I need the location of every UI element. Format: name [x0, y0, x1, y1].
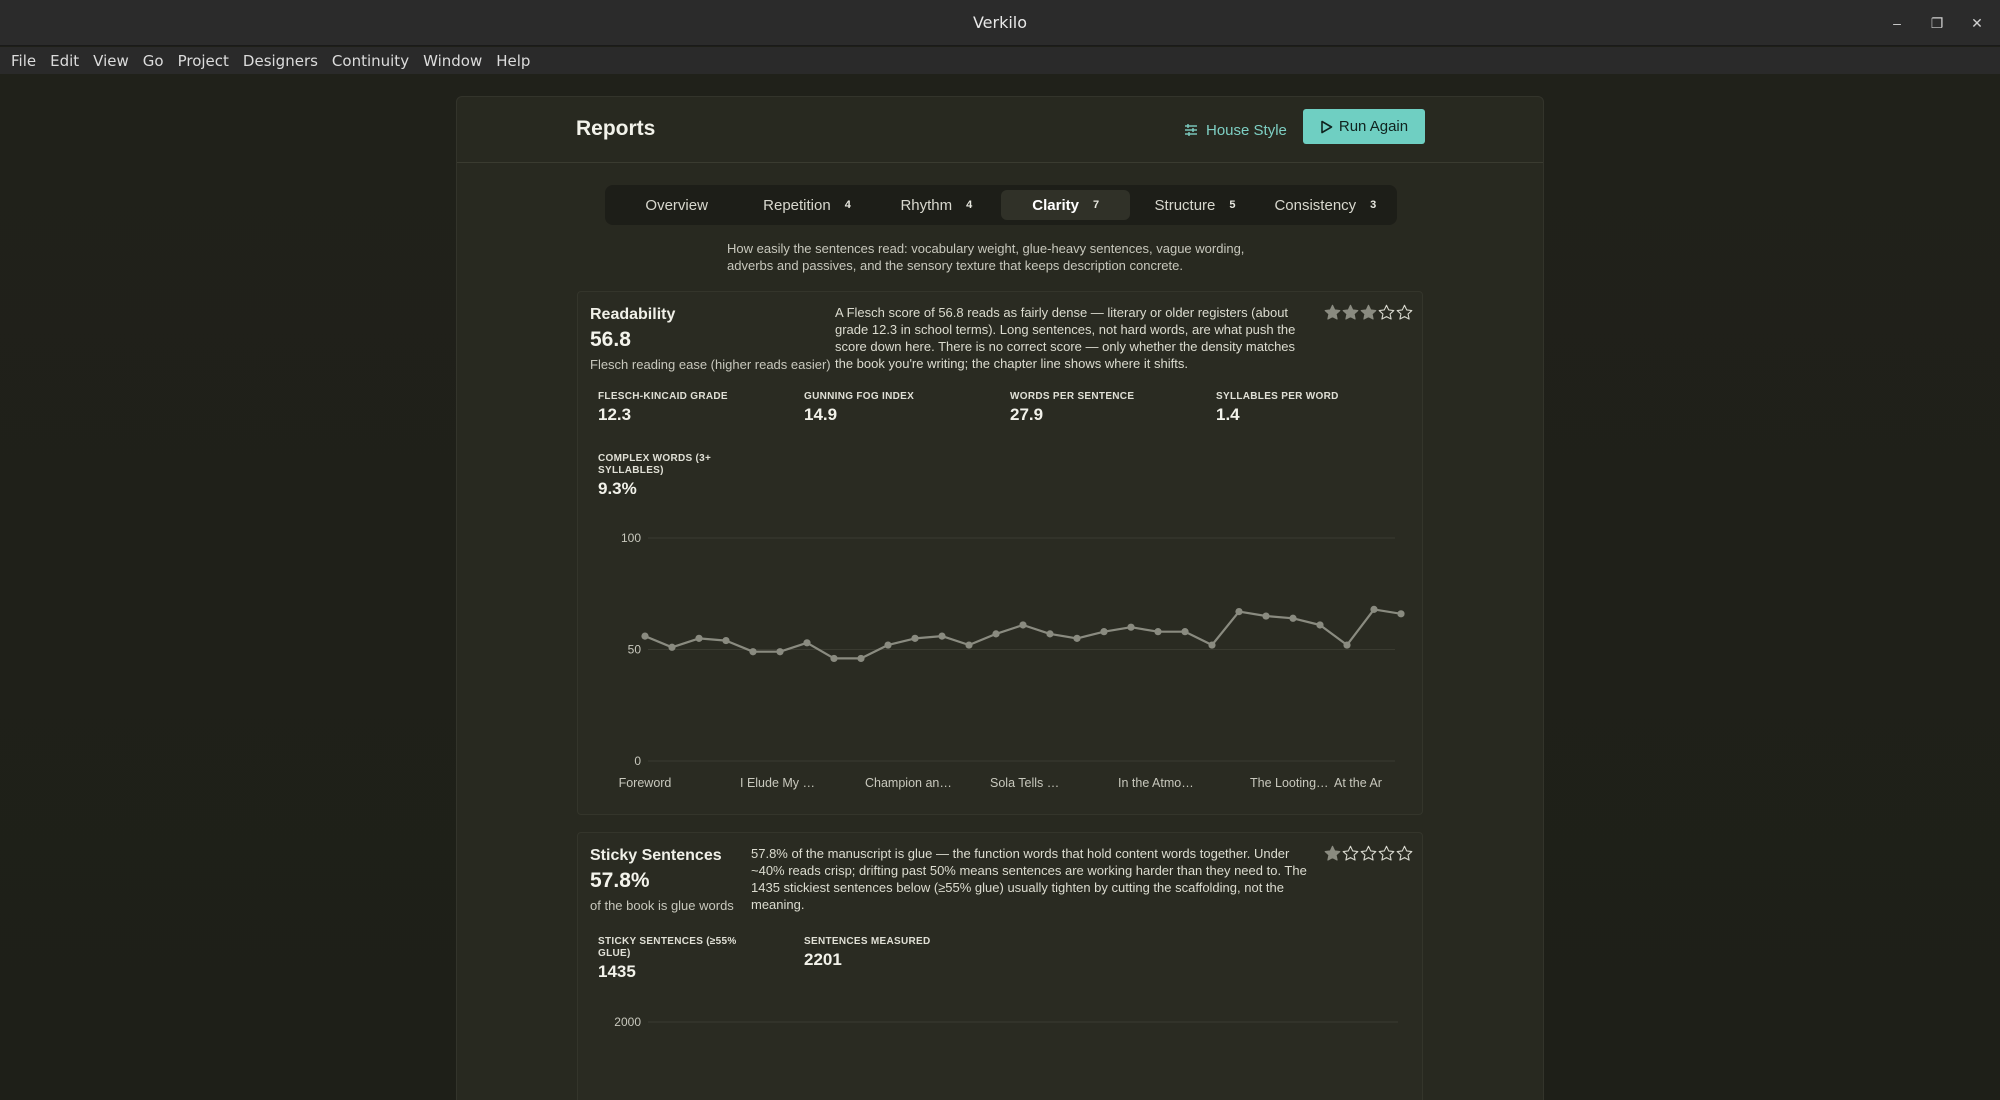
menu-designers[interactable]: Designers [236, 52, 325, 70]
data-point [1019, 621, 1027, 629]
sliders-icon [1184, 123, 1198, 137]
x-tick-label: Champion an… [865, 776, 952, 790]
x-tick-label: Sola Tells … [990, 776, 1059, 790]
readability-chart: 0 50 100 Foreword I Elude My … Champion an… So… [619, 531, 1405, 790]
run-again-label: Run Again [1338, 118, 1409, 135]
data-point [884, 641, 892, 649]
data-point [1127, 623, 1135, 631]
tab-count: 7 [1092, 199, 1100, 211]
data-point [722, 636, 730, 645]
tab-consistency[interactable]: Consistency 3 [1260, 190, 1391, 220]
data-point [1262, 612, 1270, 620]
menu-help[interactable]: Help [489, 52, 537, 70]
menu-view[interactable]: View [86, 52, 136, 70]
sticky-chart: 2000 [614, 1015, 1398, 1029]
data-point [668, 643, 676, 651]
series-line [644, 608, 1402, 660]
y-tick-label: 100 [621, 531, 641, 545]
readability-card: Readability 56.8 Flesch reading ease (hi… [577, 291, 1423, 815]
tab-count: 4 [966, 199, 973, 211]
title-bar: Verkilo – ❐ ✕ [0, 0, 2000, 46]
close-button[interactable]: ✕ [1957, 0, 1997, 46]
tab-count: 4 [844, 199, 851, 211]
y-tick-label: 0 [634, 754, 641, 768]
x-tick-label: The Looting… [1250, 776, 1329, 790]
x-tick-label: Foreword [619, 776, 672, 790]
data-point [641, 632, 649, 640]
data-point [1370, 605, 1378, 613]
data-point [776, 648, 784, 656]
window-title: Verkilo [972, 13, 1028, 32]
tab-count: 5 [1229, 199, 1236, 211]
data-point [938, 632, 946, 640]
maximize-button[interactable]: ❐ [1917, 0, 1957, 46]
menu-file[interactable]: File [4, 52, 43, 70]
menu-bar: File Edit View Go Project Designers Cont… [0, 47, 2000, 74]
data-point [1181, 628, 1189, 636]
x-tick-label: In the Atmo… [1118, 776, 1194, 790]
data-point [1073, 634, 1081, 642]
tab-label: Clarity [1032, 196, 1079, 214]
tab-label: Overview [645, 196, 708, 214]
tab-repetition[interactable]: Repetition 4 [742, 190, 871, 220]
data-point [695, 634, 703, 642]
data-point [830, 654, 838, 663]
menu-project[interactable]: Project [171, 52, 236, 70]
house-style-button[interactable]: House Style [1184, 117, 1287, 143]
x-tick-label: I Elude My … [740, 776, 815, 790]
data-point [1397, 610, 1405, 618]
panel-header: Reports House Style Run Again [457, 97, 1543, 163]
data-point [1154, 628, 1162, 636]
tab-overview[interactable]: Overview [611, 190, 742, 220]
tab-rhythm[interactable]: Rhythm 4 [872, 190, 1001, 220]
tab-label: Rhythm [900, 196, 953, 214]
run-again-button[interactable]: Run Again [1303, 109, 1425, 144]
reports-panel: Reports House Style Run Again Overview R… [456, 96, 1544, 1100]
menu-go[interactable]: Go [136, 52, 171, 70]
report-tabs: Overview Repetition 4 Rhythm 4 Clarity 7… [605, 185, 1397, 225]
sticky-sentences-card: Sticky Sentences 57.8% of the book is gl… [577, 832, 1423, 1100]
house-style-label: House Style [1206, 121, 1287, 139]
menu-edit[interactable]: Edit [43, 52, 86, 70]
data-point [803, 639, 811, 647]
tab-label: Structure [1154, 196, 1216, 214]
tab-label: Repetition [763, 196, 831, 214]
tab-label: Consistency [1274, 196, 1357, 214]
menu-window[interactable]: Window [416, 52, 489, 70]
play-icon [1320, 120, 1333, 134]
data-point [992, 630, 1000, 638]
data-point [1289, 614, 1297, 622]
tab-clarity[interactable]: Clarity 7 [1001, 190, 1131, 220]
data-point [1046, 630, 1054, 638]
menu-continuity[interactable]: Continuity [325, 52, 416, 70]
minimize-button[interactable]: – [1877, 0, 1917, 46]
y-tick-label: 2000 [614, 1015, 641, 1029]
tab-description: How easily the sentences read: vocabular… [727, 241, 1245, 273]
data-point [749, 648, 757, 656]
page-title: Reports [576, 117, 656, 140]
data-point [911, 634, 919, 642]
data-point [965, 641, 973, 649]
data-point [857, 654, 865, 663]
tab-count: 3 [1370, 199, 1377, 211]
data-point [1343, 641, 1351, 649]
tab-structure[interactable]: Structure 5 [1130, 190, 1259, 220]
data-point [1235, 607, 1243, 616]
y-tick-label: 50 [628, 643, 642, 657]
x-tick-label: At the Ar [1334, 776, 1382, 790]
data-point [1100, 628, 1108, 636]
data-point [1316, 621, 1324, 629]
data-point [1208, 641, 1216, 649]
main-area: Reports House Style Run Again Overview R… [0, 74, 2000, 1100]
